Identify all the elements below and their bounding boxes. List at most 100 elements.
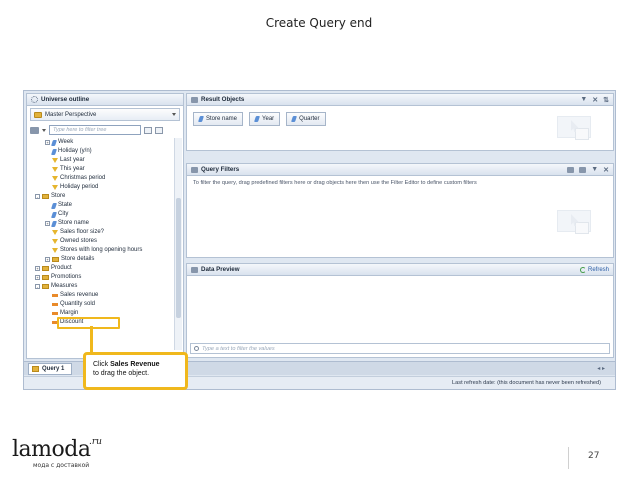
close-icon[interactable]: ✕ — [603, 166, 609, 174]
query-filters-title: Query Filters — [201, 166, 240, 173]
folder-icon — [42, 194, 49, 199]
dimension-icon — [51, 211, 57, 218]
tab-scroll-arrows[interactable]: ◂ ▸ — [597, 365, 605, 372]
expand-icon[interactable]: + — [35, 275, 40, 280]
data-preview-search[interactable]: Type a text to filter the values — [190, 343, 610, 354]
tree-filter-bar: Type here to filter tree — [30, 123, 180, 137]
close-icon[interactable]: ✕ — [592, 96, 598, 104]
tree-item-label: State — [58, 202, 73, 208]
collapse-all-icon[interactable] — [144, 126, 152, 134]
result-object-chip[interactable]: Store name — [193, 112, 244, 126]
universe-outline-header: Universe outline — [27, 94, 183, 106]
refresh-button[interactable]: Refresh — [579, 266, 609, 273]
tree-item-label: Week — [58, 139, 74, 145]
refresh-label: Refresh — [587, 266, 609, 273]
expand-icon[interactable]: + — [35, 266, 40, 271]
folder-icon — [42, 284, 49, 289]
tree-item[interactable]: - Store — [29, 192, 173, 201]
perspective-dropdown[interactable]: Master Perspective — [30, 108, 180, 121]
result-object-chip[interactable]: Quarter — [286, 112, 326, 126]
result-objects-header: Result Objects ▼ ✕ ⇅ — [187, 94, 613, 106]
tree-item[interactable]: State — [29, 201, 173, 210]
gear-icon — [31, 96, 38, 103]
page-number: 27 — [588, 451, 600, 461]
dimension-icon — [51, 220, 57, 227]
tree-item-label: Store name — [58, 220, 90, 226]
query-filters-panel: Query Filters ▼ ✕ To filter the query, d… — [186, 163, 614, 258]
tree-item[interactable]: Quantity sold — [29, 300, 173, 309]
callout-text-pre: Click — [93, 361, 111, 368]
tab-query-1[interactable]: Query 1 — [28, 363, 72, 375]
tree-item-label: Holiday period — [60, 184, 99, 190]
folder-icon — [42, 266, 49, 271]
filter-icon — [52, 230, 58, 235]
filter-icon — [52, 185, 58, 190]
tree-item[interactable]: Stores with long opening hours — [29, 246, 173, 255]
instruction-callout: Click Sales Revenue to drag the object. — [83, 352, 188, 390]
dimension-icon — [291, 116, 298, 122]
filter-panel-icon — [191, 166, 198, 173]
perspective-value: Master Perspective — [45, 111, 97, 118]
query-filters-hint: To filter the query, drag predefined fil… — [193, 180, 477, 186]
expand-icon[interactable]: + — [45, 221, 50, 226]
chevron-down-icon[interactable] — [42, 128, 46, 132]
result-objects-title: Result Objects — [201, 96, 245, 103]
data-preview-title: Data Preview — [201, 266, 240, 273]
callout-text-bold: Sales Revenue — [110, 361, 160, 368]
expand-icon[interactable]: + — [45, 257, 50, 262]
sort-icon[interactable]: ⇅ — [603, 96, 609, 104]
filter-icon — [52, 239, 58, 244]
expand-all-icon[interactable] — [155, 126, 163, 134]
result-object-chip[interactable]: Year — [249, 112, 281, 126]
data-preview-panel: Data Preview Refresh Type a text to filt… — [186, 263, 614, 358]
collapse-icon[interactable]: - — [35, 284, 40, 289]
query-filters-header: Query Filters ▼ ✕ — [187, 164, 613, 176]
universe-outline-panel: Universe outline Master Perspective Type… — [26, 93, 184, 359]
tree-item-label: Christmas period — [60, 175, 106, 181]
dimension-icon — [254, 116, 261, 122]
tree-item[interactable]: + Week — [29, 138, 173, 147]
measure-icon — [52, 294, 58, 297]
tree-item[interactable]: Christmas period — [29, 174, 173, 183]
result-object-label: Quarter — [299, 116, 320, 122]
query-panel-window: Universe outline Master Perspective Type… — [23, 90, 616, 390]
measure-icon — [52, 303, 58, 306]
tree-item[interactable]: Sales revenue — [29, 291, 173, 300]
tree-item[interactable]: City — [29, 210, 173, 219]
page-divider — [568, 447, 569, 469]
tree-item[interactable]: + Promotions — [29, 273, 173, 282]
scrollbar-thumb[interactable] — [176, 198, 181, 318]
tree-item-label: This year — [60, 166, 85, 172]
slide-title: Create Query end — [265, 16, 373, 30]
tree-item[interactable]: + Store details — [29, 255, 173, 264]
tree-item[interactable]: Sales floor size? — [29, 228, 173, 237]
lamoda-logo-suffix: .ru — [89, 437, 102, 447]
filter-icon[interactable]: ▼ — [591, 166, 598, 173]
expand-icon[interactable]: + — [45, 140, 50, 145]
tree-item[interactable]: Last year — [29, 156, 173, 165]
search-icon — [194, 346, 199, 351]
collapse-icon[interactable]: - — [35, 194, 40, 199]
measure-icon — [52, 312, 58, 315]
tools-icon[interactable] — [30, 126, 39, 134]
filter-icon — [52, 176, 58, 181]
tree-item[interactable]: This year — [29, 165, 173, 174]
filter-icon[interactable]: ▼ — [580, 96, 587, 103]
tree-scrollbar[interactable] — [174, 138, 182, 350]
tree-filter-input[interactable]: Type here to filter tree — [49, 125, 141, 135]
tree-item[interactable]: Holiday (y/n) — [29, 147, 173, 156]
tree-item-label: Quantity sold — [60, 301, 96, 307]
data-preview-header: Data Preview Refresh — [187, 264, 613, 276]
data-preview-search-input[interactable]: Type a text to filter the values — [202, 346, 275, 352]
tree-item[interactable]: Owned stores — [29, 237, 173, 246]
lamoda-tagline: мода с доставкой — [33, 462, 90, 469]
tree-item-label: Product — [51, 265, 72, 271]
tab-query-1-label: Query 1 — [42, 366, 65, 372]
tree-item[interactable]: - Measures — [29, 282, 173, 291]
tree-item[interactable]: + Store name — [29, 219, 173, 228]
tree-item[interactable]: + Product — [29, 264, 173, 273]
folder-icon — [42, 275, 49, 280]
and-or-icon[interactable] — [579, 166, 587, 173]
filter-editor-icon[interactable] — [567, 166, 575, 173]
tree-item[interactable]: Holiday period — [29, 183, 173, 192]
